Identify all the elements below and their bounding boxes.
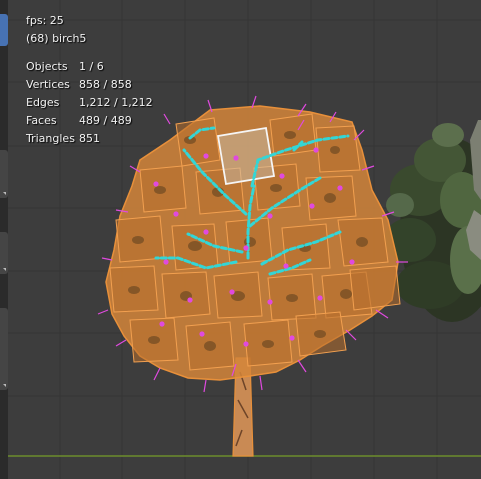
fps-readout: fps: 25 [26,14,64,27]
stat-value: 851 [79,132,100,145]
stat-label: Edges [26,96,60,109]
stat-edges: Edges 1,212 / 1,212 [26,94,153,112]
cursor-tool-icon[interactable] [0,150,8,198]
active-object-name: (68) birch5 [26,32,87,45]
stat-vertices: Vertices 858 / 858 [26,76,153,94]
stat-label: Objects [26,60,68,73]
stat-value: 489 / 489 [79,114,132,127]
extrude-tool-icon[interactable] [0,308,8,390]
tool-options-caret-icon [3,384,6,387]
scene-statistics: Objects 1 / 6 Vertices 858 / 858 Edges 1… [26,58,153,148]
stat-faces: Faces 489 / 489 [26,112,153,130]
stat-value: 858 / 858 [79,78,132,91]
stat-objects: Objects 1 / 6 [26,58,153,76]
stat-label: Vertices [26,78,70,91]
stat-value: 1 / 6 [79,60,104,73]
stat-label: Triangles [26,132,75,145]
stat-value: 1,212 / 1,212 [79,96,153,109]
select-box-icon[interactable] [0,14,8,46]
stat-triangles: Triangles 851 [26,130,153,148]
viewport-stats-overlay: fps: 25 (68) birch5 Objects 1 / 6 Vertic… [26,12,153,148]
stat-label: Faces [26,114,57,127]
left-toolbar [0,0,8,479]
tool-options-caret-icon [3,268,6,271]
3d-viewport[interactable]: fps: 25 (68) birch5 Objects 1 / 6 Vertic… [0,0,481,479]
tool-options-caret-icon [3,192,6,195]
transform-tool-icon[interactable] [0,232,8,274]
